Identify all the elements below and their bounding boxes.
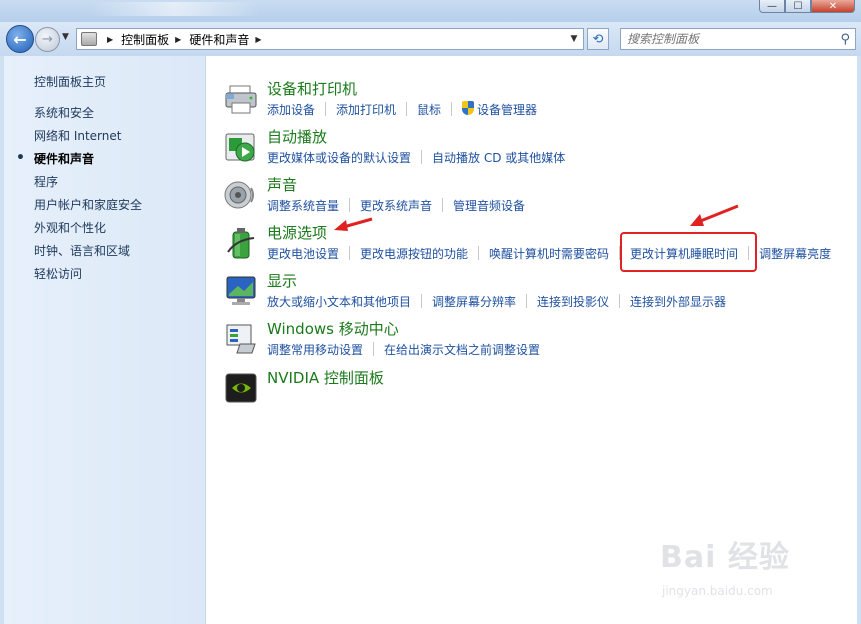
watermark-brand: Bai 经验 [660, 540, 790, 575]
annotation-arrow-icon [334, 217, 373, 231]
annotation-layer [334, 204, 739, 231]
baidu-watermark: Bai 经验 jingyan.baidu.com [660, 532, 850, 612]
watermark-url: jingyan.baidu.com [662, 584, 773, 598]
annotation-highlight-box [620, 232, 757, 272]
annotation-arrow-icon [690, 204, 739, 226]
